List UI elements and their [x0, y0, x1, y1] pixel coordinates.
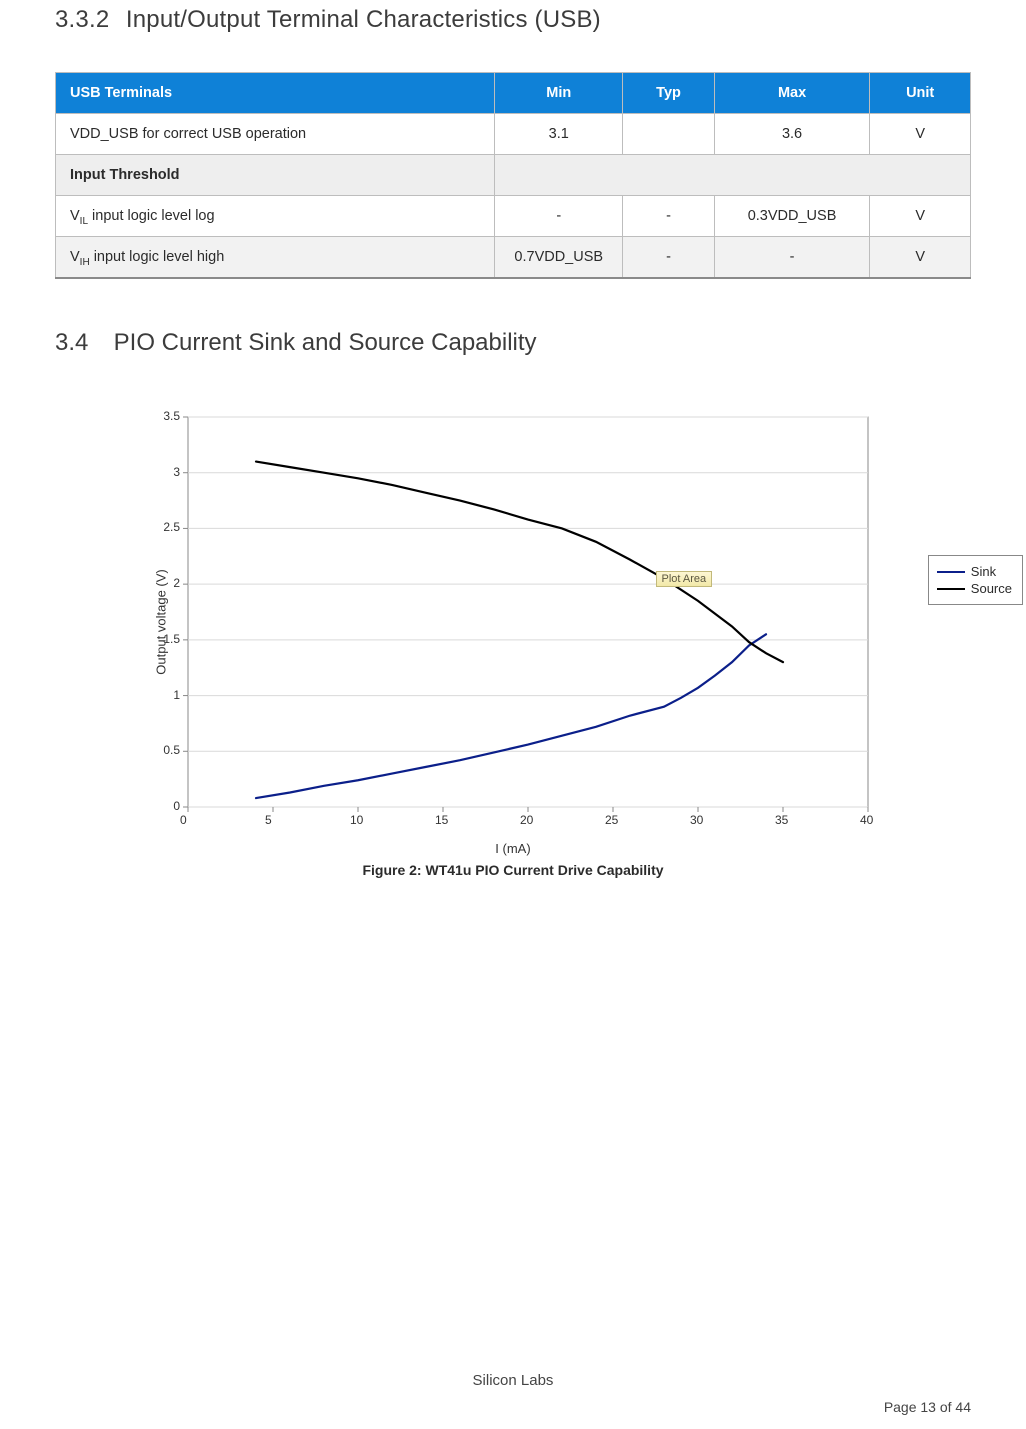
- legend-swatch: [937, 588, 965, 590]
- cell-value: -: [623, 237, 715, 279]
- cell-value: V: [870, 196, 971, 237]
- usb-terminals-table: USB Terminals Min Typ Max Unit VDD_USB f…: [55, 72, 971, 279]
- heading-332: 3.3.2 Input/Output Terminal Characterist…: [55, 6, 971, 34]
- cell-value: -: [495, 196, 623, 237]
- table-row: VDD_USB for correct USB operation3.1 3.6V: [56, 114, 971, 155]
- table-body: VDD_USB for correct USB operation3.13.6V…: [56, 114, 971, 279]
- th-min: Min: [495, 73, 623, 114]
- th-max: Max: [714, 73, 870, 114]
- plot-area-badge: Plot Area: [656, 571, 713, 587]
- th-param: USB Terminals: [56, 73, 495, 114]
- cell-param: VIH input logic level high: [56, 237, 495, 279]
- legend: Sink Source: [928, 555, 1023, 605]
- cell-value: [623, 114, 715, 155]
- x-tick-label: 0: [180, 813, 187, 827]
- legend-label: Source: [971, 581, 1012, 596]
- table-subheader-label: Input Threshold: [56, 155, 495, 196]
- heading-34: 3.4 PIO Current Sink and Source Capabili…: [55, 329, 971, 357]
- footer-page-number: Page 13 of 44: [884, 1399, 971, 1415]
- table-head: USB Terminals Min Typ Max Unit: [56, 73, 971, 114]
- y-tick-label: 2.5: [150, 520, 180, 534]
- cell-value: 0.7VDD_USB: [495, 237, 623, 279]
- cell-param: VIL input logic level log: [56, 196, 495, 237]
- legend-item: Source: [937, 581, 1012, 596]
- legend-label: Sink: [971, 564, 996, 579]
- table-row: VIL input logic level log--0.3VDD_USBV: [56, 196, 971, 237]
- legend-swatch: [937, 571, 965, 573]
- heading-34-num: 3.4: [55, 329, 107, 357]
- heading-34-title: PIO Current Sink and Source Capability: [114, 329, 537, 356]
- cell-value: V: [870, 114, 971, 155]
- y-tick-label: 2: [150, 576, 180, 590]
- table-row: Input Threshold: [56, 155, 971, 196]
- figure-wrap: Output voltage (V) 00.511.522.533.5 0510…: [133, 407, 893, 878]
- x-tick-label: 5: [265, 813, 272, 827]
- x-tick-label: 30: [690, 813, 703, 827]
- y-tick-label: 1.5: [150, 632, 180, 646]
- chart-svg: [133, 407, 893, 837]
- cell-value: -: [714, 237, 870, 279]
- x-axis-label: I (mA): [133, 841, 893, 856]
- cell-value: 3.1: [495, 114, 623, 155]
- x-tick-label: 25: [605, 813, 618, 827]
- y-tick-label: 1: [150, 688, 180, 702]
- legend-item: Sink: [937, 564, 1012, 579]
- figure-caption: Figure 2: WT41u PIO Current Drive Capabi…: [133, 862, 893, 878]
- th-typ: Typ: [623, 73, 715, 114]
- heading-332-num: 3.3.2: [55, 6, 119, 34]
- table-row: VIH input logic level high0.7VDD_USB--V: [56, 237, 971, 279]
- x-tick-label: 35: [775, 813, 788, 827]
- cell-value: -: [623, 196, 715, 237]
- y-tick-label: 3: [150, 465, 180, 479]
- x-tick-label: 10: [350, 813, 363, 827]
- heading-332-title: Input/Output Terminal Characteristics (U…: [126, 6, 601, 33]
- page-root: 3.3.2 Input/Output Terminal Characterist…: [0, 0, 1026, 1429]
- cell-value: 0.3VDD_USB: [714, 196, 870, 237]
- y-tick-label: 3.5: [150, 409, 180, 423]
- x-tick-label: 40: [860, 813, 873, 827]
- x-tick-label: 15: [435, 813, 448, 827]
- table-subheader-span: [495, 155, 971, 196]
- chart: Output voltage (V) 00.511.522.533.5 0510…: [133, 407, 893, 837]
- x-tick-label: 20: [520, 813, 533, 827]
- footer-company: Silicon Labs: [0, 1372, 1026, 1389]
- y-tick-label: 0.5: [150, 743, 180, 757]
- y-tick-label: 0: [150, 799, 180, 813]
- cell-value: V: [870, 237, 971, 279]
- cell-param: VDD_USB for correct USB operation: [56, 114, 495, 155]
- cell-value: 3.6: [714, 114, 870, 155]
- th-unit: Unit: [870, 73, 971, 114]
